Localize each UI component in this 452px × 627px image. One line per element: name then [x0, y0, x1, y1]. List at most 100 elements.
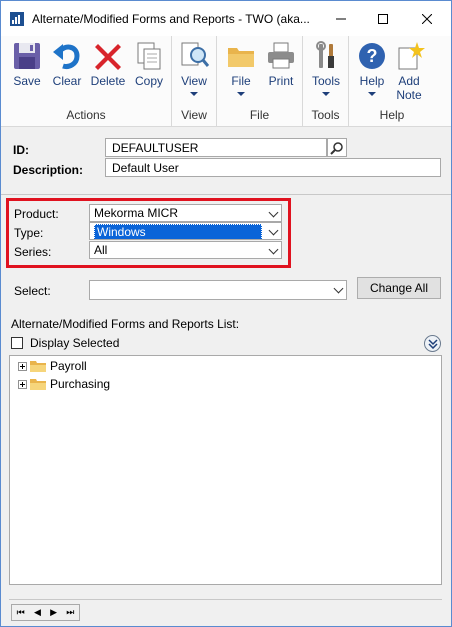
delete-x-icon — [95, 44, 121, 70]
type-label: Type: — [14, 226, 44, 240]
file-dropdown-icon — [237, 92, 245, 96]
file-button[interactable]: File — [221, 40, 261, 96]
minimize-button[interactable] — [319, 1, 363, 36]
chevron-down-icon — [268, 244, 279, 255]
product-value: Mekorma MICR — [94, 206, 179, 220]
tree-item[interactable]: Payroll — [18, 358, 87, 374]
copy-icon — [137, 42, 161, 70]
description-field[interactable]: Default User — [105, 158, 441, 177]
svg-text:?: ? — [367, 46, 378, 66]
change-all-button[interactable]: Change All — [357, 277, 441, 299]
close-button[interactable] — [405, 1, 449, 36]
expand-plus-icon[interactable] — [18, 361, 27, 371]
select-label: Select: — [14, 284, 51, 298]
record-navigation: ⏮ ◀ ▶ ⏭ — [11, 604, 80, 621]
help-question-icon: ? — [359, 43, 385, 69]
series-select[interactable]: All — [89, 241, 282, 259]
id-lookup-button[interactable] — [327, 138, 347, 157]
series-value: All — [94, 243, 108, 257]
delete-label: Delete — [90, 74, 126, 88]
file-label: File — [231, 74, 251, 88]
previous-record-icon[interactable]: ◀ — [34, 607, 41, 618]
id-section: ID: DEFAULTUSER Description: Default Use… — [1, 128, 451, 195]
ribbon-group-label-help: Help — [379, 108, 405, 122]
expand-plus-icon[interactable] — [18, 379, 27, 389]
ribbon-group-label-actions: Actions — [66, 108, 106, 122]
ribbon-group-view: View View — [172, 36, 217, 127]
ribbon-group-label-tools: Tools — [311, 108, 340, 122]
description-label: Description: — [13, 163, 84, 177]
id-field[interactable]: DEFAULTUSER — [105, 138, 327, 157]
tools-button[interactable]: Tools — [306, 40, 346, 96]
save-label: Save — [13, 74, 41, 88]
expand-all-button[interactable] — [424, 335, 441, 352]
clear-label: Clear — [52, 74, 82, 88]
ribbon-group-tools: Tools Tools — [303, 36, 349, 127]
last-record-icon[interactable]: ⏭ — [66, 607, 74, 618]
close-icon — [422, 13, 432, 24]
window: Alternate/Modified Forms and Reports - T… — [0, 0, 452, 627]
record-navigation-bar: ⏮ ◀ ▶ ⏭ — [9, 599, 442, 621]
list-title: Alternate/Modified Forms and Reports Lis… — [11, 317, 240, 331]
chevron-down-icon — [268, 225, 279, 236]
series-label: Series: — [14, 245, 52, 259]
tools-dropdown-icon — [322, 92, 330, 96]
ribbon-group-actions: Save Clear Delete Copy Actions — [1, 36, 172, 127]
save-icon — [14, 43, 40, 69]
app-chart-icon — [10, 12, 24, 26]
product-select[interactable]: Mekorma MICR — [89, 204, 282, 222]
ribbon-group-help: ? Help Add Note Help — [349, 36, 435, 127]
tools-label: Tools — [311, 74, 340, 88]
copy-label: Copy — [134, 74, 163, 88]
type-value: Windows — [94, 224, 262, 239]
tree-item[interactable]: Purchasing — [18, 376, 110, 392]
help-dropdown-icon — [368, 92, 376, 96]
ribbon-group-label-file: File — [249, 108, 270, 122]
tree-item-label: Payroll — [50, 359, 87, 373]
add-note-label: Add Note — [396, 74, 422, 102]
tools-wrench-icon — [316, 41, 334, 68]
undo-icon — [53, 44, 80, 69]
add-note-icon — [398, 42, 425, 70]
ribbon-group-file: File Print File — [217, 36, 303, 127]
save-button[interactable]: Save — [7, 40, 47, 88]
title-bar: Alternate/Modified Forms and Reports - T… — [1, 1, 451, 36]
view-dropdown-icon — [190, 92, 198, 96]
product-label: Product: — [14, 207, 59, 221]
clear-button[interactable]: Clear — [47, 40, 87, 88]
printer-icon — [268, 42, 294, 69]
display-selected-label: Display Selected — [30, 336, 120, 350]
delete-button[interactable]: Delete — [88, 40, 128, 88]
type-select[interactable]: Windows — [89, 222, 282, 240]
add-note-button[interactable]: Add Note — [389, 40, 429, 102]
print-label: Print — [268, 74, 294, 88]
folder-icon — [228, 48, 254, 67]
double-chevron-down-icon — [427, 338, 438, 349]
help-button[interactable]: ? Help — [352, 40, 392, 96]
magnifier-document-icon — [181, 42, 210, 67]
view-label: View — [181, 74, 207, 88]
view-button[interactable]: View — [174, 40, 214, 96]
ribbon-toolbar: Save Clear Delete Copy Actions View View… — [1, 36, 451, 127]
help-label: Help — [359, 74, 385, 88]
ribbon-group-label-view: View — [181, 108, 207, 122]
chevron-down-icon — [333, 283, 344, 294]
forms-reports-tree: Payroll Purchasing — [9, 355, 442, 585]
chevron-down-icon — [268, 207, 279, 218]
display-selected-checkbox[interactable] — [11, 337, 23, 349]
window-title: Alternate/Modified Forms and Reports - T… — [32, 12, 310, 26]
folder-icon — [30, 379, 46, 390]
select-dropdown[interactable] — [89, 280, 347, 300]
filter-section: Product: Mekorma MICR Type: Windows Seri… — [1, 196, 451, 626]
print-button[interactable]: Print — [261, 40, 301, 88]
first-record-icon[interactable]: ⏮ — [17, 607, 25, 618]
lookup-magnifier-icon — [330, 141, 343, 155]
tree-item-label: Purchasing — [50, 377, 111, 391]
folder-icon — [30, 361, 46, 372]
id-label: ID: — [13, 143, 29, 157]
minimize-icon — [336, 18, 346, 19]
maximize-icon — [378, 13, 388, 24]
copy-button[interactable]: Copy — [129, 40, 169, 88]
maximize-button[interactable] — [361, 1, 405, 36]
next-record-icon[interactable]: ▶ — [50, 607, 57, 618]
